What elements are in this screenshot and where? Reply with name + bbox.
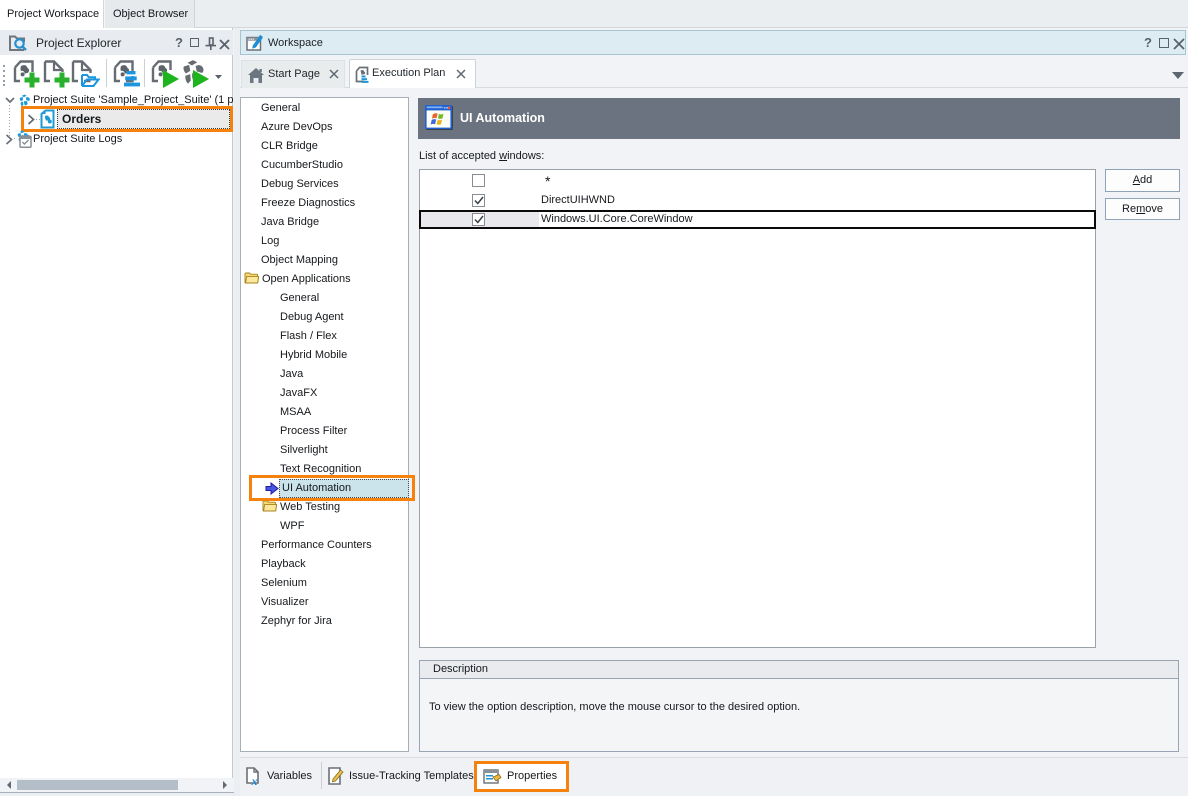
svg-text:x: x — [251, 774, 258, 786]
